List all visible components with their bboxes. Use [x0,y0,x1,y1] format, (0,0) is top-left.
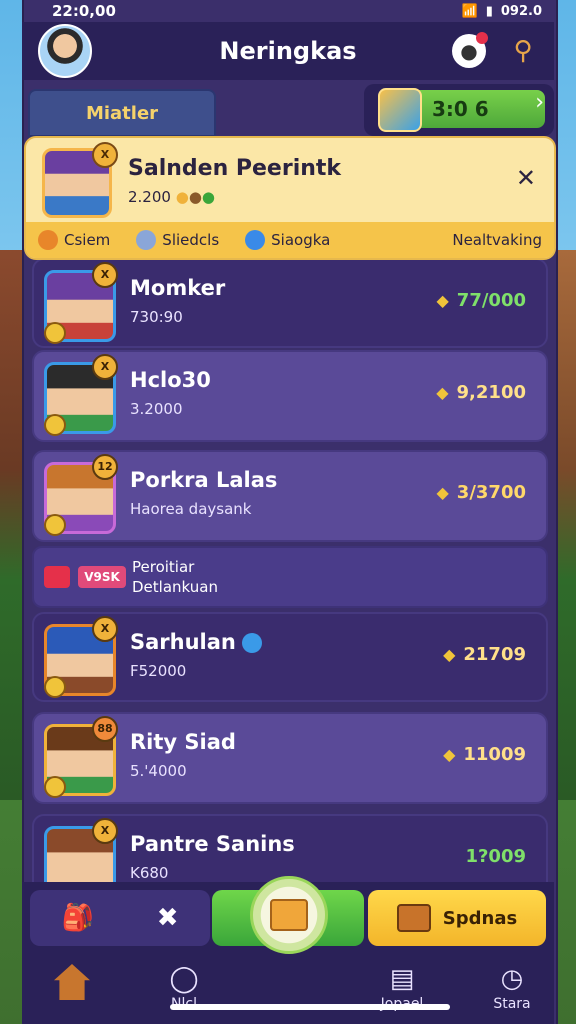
rank-badge: X [92,354,118,380]
tab-pill[interactable]: Miatler [28,89,216,137]
tab-stats[interactable]: ◷ Stara [462,964,562,1012]
list-item[interactable]: X Sarhulan F52000 ◆ 21709 [32,612,548,702]
player-sub: 3.2000 [130,400,183,418]
notification-badge: V9SK [78,566,126,588]
featured-name: Salnden Peerintk [128,156,342,181]
flag-icon [44,566,70,588]
coin-icon [44,514,66,536]
featured-sub: 2.200 ●●● [128,188,216,206]
coin-icon [44,676,66,698]
player-sub: 5.'4000 [130,762,187,780]
player-sub: F52000 [130,662,187,680]
status-bar: 22:0,00 📶 ▮ 092.0 [0,0,576,22]
treasure-chest-icon [396,904,431,932]
coin-icon [44,322,66,344]
player-name: Sarhulan [130,630,262,654]
player-score: ◆ 9,2100 [436,382,526,403]
player-name: Pantre Sanins [130,832,295,856]
search-icon: ⚲ [513,36,533,66]
player-score: ◆ 21709 [443,644,526,665]
featured-stats: Csiem Sliedcls Siaogka Nealtvaking [26,222,554,258]
player-name: Momker [130,276,226,300]
notification-row[interactable]: V9SK Peroitiar Detlankuan [32,546,548,608]
diamond-icon: ◆ [436,291,449,310]
battery-icon: ▮ [485,3,493,19]
chest-icon [270,899,308,931]
home-icon [54,964,90,1000]
tab-home[interactable] [22,964,122,1000]
verified-icon [241,633,262,653]
notification-subtitle: Detlankuan [132,578,218,596]
player-name: Porkra Lalas [130,468,278,492]
player-sub: Haorea daysank [130,500,252,518]
status-right-text: 092.0 [500,3,542,19]
tools-icon[interactable]: ✖ [157,903,179,933]
globe-icon [245,230,266,250]
diamond-icon: ◆ [436,483,449,502]
bell-icon: ● [460,39,478,63]
status-time: 22:0,00 [52,2,116,20]
rank-badge: 12 [92,454,118,480]
currency-value: 3:0 6 [432,97,489,121]
rank-badge: X [92,262,118,288]
spins-button[interactable]: Spdnas [368,890,546,946]
chevron-right-icon[interactable]: › [535,90,544,115]
stat-csiem: Csiem [38,230,110,250]
featured-card[interactable]: X Salnden Peerintk 2.200 ●●● ✕ Csiem Sli… [24,136,556,260]
stat-shields: Sliedcls [136,230,219,250]
currency-box[interactable]: 3:0 6 › [364,84,554,136]
inventory-icon: ▤ [389,964,415,994]
coin-icon [44,776,66,798]
player-score: 1?009 [465,846,526,867]
bottom-tab-bar: ◯ Nlcl ▤ Jopael ◷ Stara [22,954,554,1024]
rank-badge: 88 [92,716,118,742]
player-score: ◆ 77/000 [436,290,526,311]
timer-icon: ◷ [500,964,524,994]
list-item[interactable]: X Momker 730:90 ◆ 77/000 [32,258,548,348]
coin-icon [44,414,66,436]
rank-badge: X [92,616,118,642]
list-item[interactable]: 12 Porkra Lalas Haorea daysank ◆ 3/3700 [32,450,548,542]
tool-group: 🎒 ✖ [30,890,210,946]
header: Neringkas ● ⚲ [22,22,554,80]
player-sub: 730:90 [130,308,183,326]
diamond-icon: ◆ [443,645,456,664]
featured-rank-badge: X [92,142,118,168]
player-name: Hclo30 [130,368,211,392]
wifi-icon: 📶 [461,3,478,19]
backpack-icon[interactable]: 🎒 [61,903,93,933]
player-score: ◆ 11009 [443,744,526,765]
gem-icon: ● [201,188,216,206]
action-bar: 🎒 ✖ Spdnas [22,876,554,954]
diamond-icon: ◆ [443,745,456,764]
coin-icon: ● [188,188,202,206]
coin-icon: ● [175,188,189,206]
player-name: Rity Siad [130,730,236,754]
player-sub: K680 [130,864,169,882]
close-icon[interactable]: ✕ [516,164,536,192]
list-item[interactable]: X Hclo30 3.2000 ◆ 9,2100 [32,350,548,442]
diamond-icon: ◆ [436,383,449,402]
stat-siaogka: Siaogka [245,230,330,250]
player-score: ◆ 3/3700 [436,482,526,503]
notification-title: Peroitiar [132,558,195,576]
spins-label: Spdnas [442,907,518,929]
notifications-button[interactable]: ● [452,32,488,68]
center-orb-button[interactable] [250,876,328,954]
notification-dot [476,32,488,44]
home-indicator [170,1004,450,1010]
gem-icon [378,88,422,132]
featured-ranking-label: Nealtvaking [452,231,542,249]
search-button[interactable]: ⚲ [506,34,540,68]
list-item[interactable]: 88 Rity Siad 5.'4000 ◆ 11009 [32,712,548,804]
rank-badge: X [92,818,118,844]
chat-icon: ◯ [169,964,199,994]
shield-icon [136,230,157,250]
coin-icon [38,230,58,250]
